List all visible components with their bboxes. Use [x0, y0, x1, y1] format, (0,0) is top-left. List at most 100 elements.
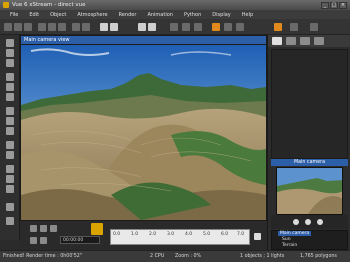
new-scene-icon[interactable] [4, 23, 12, 31]
title-bar: Vue 6 xStream - direct vue _ □ × [0, 0, 350, 10]
boolean-icon[interactable] [6, 165, 14, 173]
timeline-tick: 2.0 [149, 232, 157, 237]
open-icon[interactable] [14, 23, 22, 31]
cloud-icon[interactable] [6, 93, 14, 101]
tree-item-main-camera[interactable]: Main camera [278, 231, 312, 236]
view-mode-icon[interactable] [224, 23, 232, 31]
library-tab-icon[interactable] [314, 37, 324, 45]
scene-tree[interactable]: Main camera Sun Terrain [271, 230, 348, 250]
objects-status: 1 objects ; 1 lights [240, 254, 285, 259]
menu-file[interactable]: File [10, 12, 18, 18]
maximize-button[interactable]: □ [330, 1, 338, 9]
link-icon[interactable] [194, 23, 202, 31]
timeline-tick: 7.0 [237, 232, 245, 237]
camera-preview[interactable] [276, 167, 343, 215]
render-icon[interactable] [170, 23, 178, 31]
sphere-icon[interactable] [6, 107, 14, 115]
light-icon[interactable] [6, 141, 14, 149]
preview-render [277, 168, 342, 214]
display-options-icon[interactable] [236, 23, 244, 31]
library-icon[interactable] [6, 217, 14, 225]
menu-edit[interactable]: Edit [29, 12, 39, 18]
delete-icon[interactable] [72, 23, 80, 31]
timeline-options-icon[interactable] [254, 233, 261, 240]
viewport-title: Main camera view [21, 36, 266, 44]
cut-icon[interactable] [38, 23, 46, 31]
copy-icon[interactable] [48, 23, 56, 31]
zoom-icon[interactable] [317, 219, 323, 225]
camera-view-render[interactable] [21, 45, 266, 220]
pan-icon[interactable] [293, 219, 299, 225]
rotate-icon[interactable] [305, 219, 311, 225]
timeline-tick: 4.0 [185, 232, 193, 237]
timeline-tick: 3.0 [167, 232, 175, 237]
import-icon[interactable] [6, 203, 14, 211]
close-button[interactable]: × [339, 1, 347, 9]
save-icon[interactable] [24, 23, 32, 31]
menu-object[interactable]: Object [50, 12, 66, 18]
camera-target-icon[interactable] [212, 23, 220, 31]
materials-tab-icon[interactable] [286, 37, 296, 45]
preview-title: Main camera [271, 159, 348, 166]
polygons-status: 1,765 polygons [300, 254, 337, 259]
lighting-icon[interactable] [148, 23, 156, 31]
metablob-icon[interactable] [6, 175, 14, 183]
prev-key-icon[interactable] [30, 237, 37, 244]
timeline-tick: 0.0 [113, 232, 121, 237]
timeline-track[interactable]: 0.0 1.0 2.0 3.0 4.0 5.0 6.0 7.0 [110, 229, 250, 245]
undo-icon[interactable] [100, 23, 108, 31]
redo-icon[interactable] [110, 23, 118, 31]
status-bar: Finished! Render time : 0h00'52" 2 CPU Z… [0, 250, 350, 262]
minimize-button[interactable]: _ [321, 1, 329, 9]
properties-area[interactable] [271, 49, 348, 159]
object-tools [0, 35, 20, 240]
rewind-icon[interactable] [30, 225, 37, 232]
atmosphere-icon[interactable] [138, 23, 146, 31]
menu-python[interactable]: Python [184, 12, 201, 18]
next-key-icon[interactable] [40, 237, 47, 244]
terrain-icon[interactable] [6, 73, 14, 81]
timeline-tick: 5.0 [203, 232, 211, 237]
render-status: Finished! Render time : 0h00'52" [3, 254, 83, 259]
menu-render[interactable]: Render [119, 12, 137, 18]
camera-icon[interactable] [6, 151, 14, 159]
objects-tab-icon[interactable] [272, 37, 282, 45]
layers-icon[interactable] [290, 23, 298, 31]
group-objects-icon[interactable] [6, 185, 14, 193]
world-browser-panel: Main camera Main camera Sun Terrain [267, 35, 350, 250]
window-title: Vue 6 xStream - direct vue [12, 2, 86, 8]
keyframe-icon[interactable] [91, 223, 103, 235]
tree-item-terrain[interactable]: Terrain [282, 243, 297, 248]
stop-icon[interactable] [50, 225, 57, 232]
play-icon[interactable] [40, 225, 47, 232]
text-icon[interactable] [6, 49, 14, 57]
cube-icon[interactable] [6, 117, 14, 125]
render-area-icon[interactable] [182, 23, 190, 31]
paste-icon[interactable] [58, 23, 66, 31]
rock-icon[interactable] [6, 59, 14, 67]
cylinder-icon[interactable] [6, 127, 14, 135]
preview-controls [271, 215, 348, 229]
plant-icon[interactable] [6, 39, 14, 47]
main-viewport[interactable]: Main camera view [20, 35, 267, 220]
zoom-status: Zoom : 0% [175, 254, 202, 259]
timeline-panel: 00:00:00 0.0 1.0 2.0 3.0 4.0 5.0 6.0 7.0 [20, 220, 267, 250]
timeline-tick: 1.0 [131, 232, 139, 237]
world-browser-icon[interactable] [274, 23, 282, 31]
landscape-render [21, 45, 266, 220]
main-toolbar [0, 19, 350, 35]
timeline-tick: 6.0 [221, 232, 229, 237]
menu-animation[interactable]: Animation [147, 12, 173, 18]
cpu-status: 2 CPU [150, 254, 165, 259]
water-icon[interactable] [6, 83, 14, 91]
menu-atmosphere[interactable]: Atmosphere [77, 12, 107, 18]
group-icon[interactable] [82, 23, 90, 31]
properties-icon[interactable] [310, 23, 318, 31]
app-icon [3, 2, 9, 8]
menu-bar: File Edit Object Atmosphere Render Anima… [0, 10, 350, 19]
menu-display[interactable]: Display [212, 12, 230, 18]
links-tab-icon[interactable] [300, 37, 310, 45]
time-counter[interactable]: 00:00:00 [60, 236, 100, 244]
menu-help[interactable]: Help [242, 12, 253, 18]
tree-item-sun[interactable]: Sun [282, 237, 291, 242]
